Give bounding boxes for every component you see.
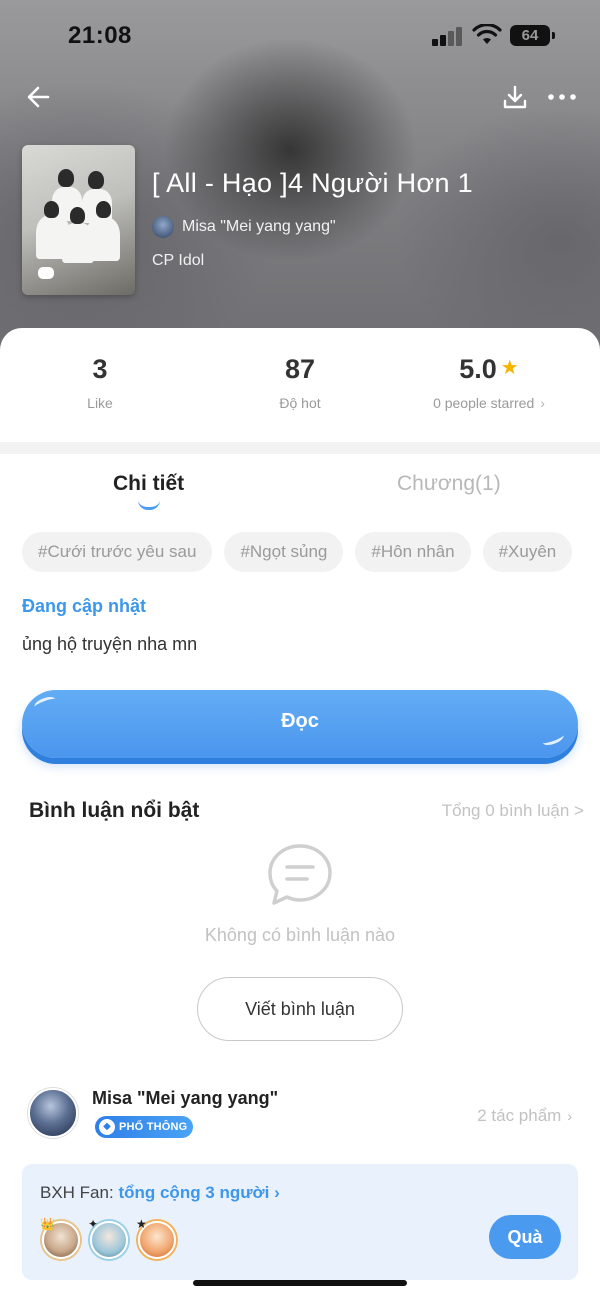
diamond-icon: ◆ [99, 1119, 115, 1135]
author-profile-name: Misa "Mei yang yang" [92, 1088, 279, 1108]
story-description: ủng hộ truyện nha mn [22, 634, 198, 654]
read-button-label: Đọc [281, 710, 319, 732]
stat-hot: 87 Độ hot [200, 354, 400, 411]
stats-row: 3 Like 87 Độ hot 5.0 ★ 0 people starred › [0, 328, 600, 438]
rating-value: 5.0 [459, 354, 497, 384]
back-arrow-icon[interactable] [22, 80, 56, 114]
likes-count: 3 [92, 354, 108, 384]
tab-details[interactable]: Chi tiết [113, 472, 184, 496]
author-profile-row[interactable]: Misa "Mei yang yang" ◆ PHỔ THÔNG 2 tác p… [28, 1088, 578, 1140]
stat-likes: 3 Like [0, 354, 200, 411]
fan-avatar[interactable]: ✦ [88, 1217, 128, 1259]
home-indicator[interactable] [193, 1280, 407, 1286]
story-cover-image[interactable] [22, 145, 135, 295]
likes-label: Like [87, 395, 113, 411]
tag-chip[interactable]: #Hôn nhân [355, 532, 471, 572]
comments-section-title: Bình luận nổi bật [29, 799, 200, 822]
stat-rating[interactable]: 5.0 ★ 0 people starred › [389, 354, 589, 411]
status-time: 21:08 [68, 22, 132, 49]
write-comment-button[interactable]: Viết bình luận [197, 977, 403, 1041]
works-count: 2 tác phẩm [477, 1106, 562, 1125]
story-header: 21:08 64 [All - Hạo]4 Người Hơn 1 Misa… [0, 0, 600, 360]
read-button[interactable]: Đọc [22, 690, 578, 758]
section-divider [0, 442, 600, 454]
comment-bubble-icon [268, 844, 332, 905]
empty-comments-text: Không có bình luận nào [204, 925, 396, 945]
download-icon[interactable] [500, 82, 530, 112]
tag-chip[interactable]: #Ngọt sủng [224, 532, 344, 572]
fan-avatar[interactable]: 👑 [40, 1217, 80, 1259]
battery-icon: 64 [510, 25, 555, 46]
fan-ranking-panel: BXH Fan: tổng cộng 3 người › 👑 ✦ ★ Quà [22, 1164, 578, 1280]
hot-count: 87 [284, 354, 316, 384]
hot-label: Độ hot [279, 395, 321, 411]
tag-chip[interactable]: #Xuyên [482, 532, 573, 572]
comments-total-link[interactable]: Tổng 0 bình luận > [442, 801, 584, 821]
status-bar: 21:08 64 [0, 0, 600, 70]
member-level-badge: ◆ PHỔ THÔNG [95, 1116, 194, 1138]
author-avatar[interactable] [28, 1088, 78, 1138]
chevron-right-icon: › [567, 1108, 572, 1124]
story-author[interactable]: Misa "Mei yang yang" [152, 216, 336, 238]
gift-button[interactable]: Quà [489, 1215, 561, 1259]
tag-list: #Cưới trước yêu sau #Ngọt sủng #Hôn nhân #X… [22, 532, 578, 572]
more-options-icon[interactable] [545, 82, 579, 112]
chat-bubble-icon [38, 267, 54, 279]
crown-icon: ★ [136, 1217, 147, 1231]
fan-ranking-label: BXH Fan: [40, 1183, 114, 1202]
rating-label: 0 people starred [433, 395, 535, 411]
works-count-link[interactable]: 2 tác phẩm › [477, 1106, 572, 1126]
tab-chapters[interactable]: Chương(1) [397, 472, 501, 496]
fan-count-link[interactable]: tổng cộng 3 người › [118, 1183, 279, 1202]
star-icon: ★ [500, 357, 519, 379]
story-title: [ All - Hạo ]4 Người Hơn 1 [152, 168, 473, 198]
tag-chip[interactable]: #Cưới trước yêu sau [22, 532, 213, 572]
fan-avatar[interactable]: ★ [136, 1217, 176, 1259]
crown-icon: ✦ [88, 1217, 99, 1231]
wifi-icon [472, 24, 502, 44]
author-avatar-small [152, 216, 174, 238]
story-category[interactable]: CP Idol [152, 252, 204, 270]
active-tab-indicator [138, 500, 160, 510]
crown-icon: 👑 [40, 1217, 55, 1231]
badge-label: PHỔ THÔNG [119, 1121, 188, 1133]
cellular-signal-icon [432, 26, 464, 46]
chevron-right-icon: › [540, 395, 545, 411]
story-detail-card: 3 Like 87 Độ hot 5.0 ★ 0 people starred › … [0, 328, 600, 1299]
update-status: Đang cập nhật [22, 596, 147, 616]
author-name: Misa "Mei yang yang" [182, 218, 336, 235]
